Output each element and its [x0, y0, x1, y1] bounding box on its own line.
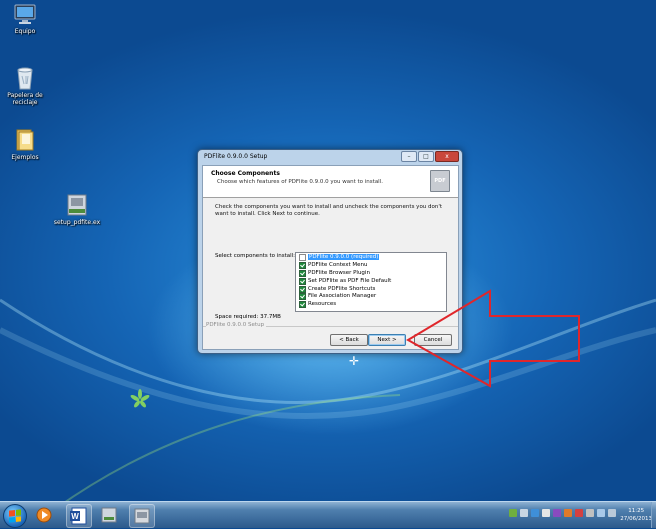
close-button[interactable]: x — [435, 151, 459, 162]
clock-time: 11:25 — [628, 508, 645, 514]
wizard-header-title: Choose Components — [211, 170, 280, 177]
component-label: Set PDFlite as PDF File Default — [308, 277, 392, 284]
cancel-button[interactable]: Cancel — [414, 334, 452, 346]
taskbar-media-player[interactable] — [32, 504, 56, 526]
desktop-icon-recycle-bin[interactable]: Papelera de reciclaje — [2, 66, 48, 106]
setup-window: PDFlite 0.9.0.0 Setup – □ x Choose Compo… — [197, 149, 463, 354]
desktop-icon-label: Papelera de reciclaje — [7, 92, 43, 106]
component-label: PDFlite Browser Plugin — [308, 269, 370, 276]
pdf-logo-icon: PDF — [430, 170, 450, 192]
component-item[interactable]: PDFlite 0.9.0.0 (required) — [296, 253, 446, 261]
desktop-icon-computer[interactable]: Equipo — [2, 4, 48, 35]
taskbar-clock[interactable]: 11:25 27/06/2013 — [620, 507, 652, 523]
desktop-icon-label: Equipo — [14, 28, 36, 35]
taskbar-word[interactable]: W — [66, 504, 92, 528]
clock-date: 27/06/2013 — [620, 516, 652, 522]
desktop-icon-setup-file[interactable]: setup_pdfite.ex — [52, 193, 102, 226]
tray-icon-bluetooth[interactable] — [531, 509, 539, 517]
wizard-header-subtitle: Choose which features of PDFlite 0.9.0.0… — [217, 179, 383, 185]
installer-icon — [101, 507, 117, 523]
system-tray — [509, 509, 616, 517]
taskbar-pdf-setup[interactable] — [129, 504, 155, 528]
tray-icon-app2[interactable] — [564, 509, 572, 517]
component-item[interactable]: PDFlite Browser Plugin — [296, 269, 446, 277]
window-title: PDFlite 0.9.0.0 Setup — [204, 153, 268, 160]
pdf-setup-icon — [134, 508, 150, 524]
minimize-button[interactable]: – — [401, 151, 417, 162]
select-components-label: Select components to install: — [215, 253, 296, 259]
space-required: Space required: 37.7MB — [215, 314, 281, 320]
tray-icon-volume[interactable] — [608, 509, 616, 517]
component-label: PDFlite Context Menu — [308, 261, 368, 268]
recycle-bin-icon — [17, 67, 33, 90]
components-list[interactable]: PDFlite 0.9.0.0 (required) PDFlite Conte… — [295, 252, 447, 312]
tray-icon-network[interactable] — [509, 509, 517, 517]
footer-brand: PDFlite 0.9.0.0 Setup — [206, 322, 267, 328]
tray-icon-app[interactable] — [542, 509, 550, 517]
computer-icon — [14, 4, 36, 24]
show-desktop-button[interactable] — [651, 502, 656, 528]
maximize-button[interactable]: □ — [418, 151, 434, 162]
media-player-icon — [36, 507, 52, 523]
window-titlebar[interactable]: PDFlite 0.9.0.0 Setup – □ x — [198, 150, 462, 165]
taskbar-setup-window[interactable] — [97, 504, 121, 526]
wizard-header: Choose Components Choose which features … — [203, 166, 458, 198]
tray-icon-battery[interactable] — [586, 509, 594, 517]
component-item[interactable]: Resources — [296, 300, 446, 309]
component-label: Create PDFlite Shortcuts — [308, 285, 376, 292]
back-button[interactable]: < Back — [330, 334, 368, 346]
checkbox-icon[interactable] — [299, 301, 306, 309]
desktop-icon-folder[interactable]: Ejemplos — [2, 128, 48, 161]
component-item[interactable]: Set PDFlite as PDF File Default — [296, 277, 446, 285]
component-label: PDFlite 0.9.0.0 (required) — [308, 254, 380, 260]
component-label: Resources — [308, 301, 337, 308]
taskbar: W 11:25 27/06/2013 — [0, 501, 656, 528]
component-item[interactable]: PDFlite Context Menu — [296, 261, 446, 269]
windows-logo-icon — [9, 509, 21, 523]
folder-icon — [16, 129, 34, 151]
mouse-cursor-icon: ✛ — [349, 354, 360, 368]
tray-icon-onenote[interactable] — [553, 509, 561, 517]
desktop-icon-label: setup_pdfite.ex — [53, 219, 101, 226]
component-label: File Association Manager — [308, 293, 377, 300]
component-item[interactable]: Create PDFlite Shortcuts — [296, 285, 446, 293]
window-controls: – □ x — [401, 151, 459, 162]
window-client-area: Choose Components Choose which features … — [202, 165, 459, 350]
next-button[interactable]: Next > — [368, 334, 406, 346]
start-button[interactable] — [3, 504, 27, 528]
wizard-description: Check the components you want to install… — [215, 204, 443, 217]
svg-text:W: W — [71, 512, 79, 521]
component-item[interactable]: File Association Manager — [296, 292, 446, 301]
desktop-icon-label: Ejemplos — [11, 154, 39, 161]
word-icon: W — [70, 507, 87, 525]
tray-icon-flag[interactable] — [520, 509, 528, 517]
tray-icon-antivirus[interactable] — [575, 509, 583, 517]
installer-icon — [67, 194, 87, 216]
tray-icon-signal[interactable] — [597, 509, 605, 517]
